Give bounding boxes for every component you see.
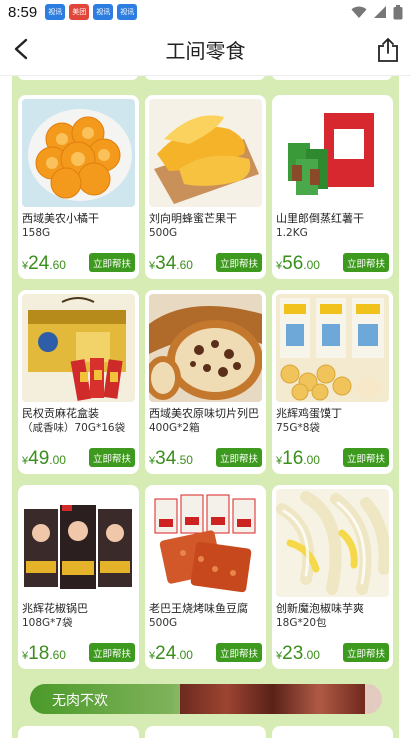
product-name: 西域美农小橘干 (22, 212, 99, 225)
next-card-partial (272, 726, 393, 738)
back-button[interactable] (6, 34, 36, 64)
product-price: ¥16.00 (276, 448, 320, 469)
product-name: 老巴王烧烤味鱼豆腐 (149, 602, 248, 615)
help-buy-button[interactable]: 立即帮扶 (89, 448, 135, 467)
notification-icon: 视讯 (45, 4, 66, 20)
product-card[interactable]: 西域美农原味切片列巴 400G*2箱 ¥34.50 立即帮扶 (145, 290, 266, 474)
product-card[interactable]: 民权贡麻花盒装 （咸香味）70G*16袋 ¥49.00 立即帮扶 (18, 290, 139, 474)
product-name: 创新魔泡椒味芋爽 (276, 602, 364, 615)
product-name: 刘向明蜂蜜芒果干 (149, 212, 237, 225)
product-image (22, 294, 135, 402)
header: 工间零食 (0, 24, 411, 76)
product-price: ¥23.00 (276, 643, 320, 664)
system-icons (351, 4, 403, 20)
share-button[interactable] (373, 34, 403, 66)
notification-icon: 视讯 (117, 4, 138, 20)
product-image (149, 294, 262, 402)
product-spec: 1.2KG (276, 227, 308, 239)
wifi-icon (351, 6, 367, 18)
product-card[interactable]: 西域美农小橘干 158G ¥24.60 立即帮扶 (18, 95, 139, 279)
product-spec: 158G (22, 227, 51, 239)
battery-icon (393, 4, 403, 19)
product-price: ¥34.50 (149, 448, 193, 469)
product-spec: 400G*2箱 (149, 422, 200, 434)
page-title: 工间零食 (165, 39, 246, 63)
product-name: 兆辉鸡蛋馍丁 (276, 407, 342, 420)
product-price: ¥24.00 (149, 643, 193, 664)
signal-icon (374, 6, 386, 18)
help-buy-button[interactable]: 立即帮扶 (343, 448, 389, 467)
help-buy-button[interactable]: 立即帮扶 (216, 253, 262, 272)
meat-banner-image (180, 684, 365, 714)
help-buy-button[interactable]: 立即帮扶 (89, 643, 135, 662)
product-price: ¥49.00 (22, 448, 66, 469)
product-price: ¥34.60 (149, 253, 193, 274)
share-icon (378, 38, 398, 62)
previous-card-partial (272, 76, 392, 80)
product-card[interactable]: 刘向明蜂蜜芒果干 500G ¥34.60 立即帮扶 (145, 95, 266, 279)
product-image (276, 99, 389, 207)
product-spec: 108G*7袋 (22, 617, 73, 629)
product-price: ¥24.60 (22, 253, 66, 274)
section-banner[interactable]: 无肉不欢 (30, 684, 382, 714)
product-card[interactable]: 兆辉花椒锅巴 108G*7袋 ¥18.60 立即帮扶 (18, 485, 139, 669)
next-card-partial (145, 726, 266, 738)
help-buy-button[interactable]: 立即帮扶 (216, 448, 262, 467)
notification-icon: 美团 (69, 4, 90, 20)
product-image (276, 489, 389, 597)
section-title: 无肉不欢 (52, 693, 108, 709)
product-image (276, 294, 389, 402)
product-name: 山里郎倒蒸红薯干 (276, 212, 364, 225)
product-card[interactable]: 兆辉鸡蛋馍丁 75G*8袋 ¥16.00 立即帮扶 (272, 290, 393, 474)
product-image (22, 99, 135, 207)
status-bar: 8:59 视讯 美团 视讯 视讯 (0, 0, 411, 24)
previous-card-partial (145, 76, 265, 80)
product-name: 兆辉花椒锅巴 (22, 602, 88, 615)
product-name: 西域美农原味切片列巴 (149, 407, 259, 420)
product-spec: 75G*8袋 (276, 422, 320, 434)
help-buy-button[interactable]: 立即帮扶 (343, 643, 389, 662)
product-spec: 18G*20包 (276, 617, 327, 629)
product-card[interactable]: 创新魔泡椒味芋爽 18G*20包 ¥23.00 立即帮扶 (272, 485, 393, 669)
product-card[interactable]: 老巴王烧烤味鱼豆腐 500G ¥24.00 立即帮扶 (145, 485, 266, 669)
product-image (22, 489, 135, 597)
product-name: 民权贡麻花盒装 (22, 407, 99, 420)
help-buy-button[interactable]: 立即帮扶 (89, 253, 135, 272)
product-list-area[interactable]: 西域美农小橘干 158G ¥24.60 立即帮扶 刘向明蜂蜜芒果干 500G ¥… (0, 76, 411, 738)
help-buy-button[interactable]: 立即帮扶 (216, 643, 262, 662)
help-buy-button[interactable]: 立即帮扶 (343, 253, 389, 272)
notification-icon: 视讯 (93, 4, 114, 20)
product-spec: 500G (149, 617, 178, 629)
status-time: 8:59 (8, 3, 38, 21)
product-price: ¥18.60 (22, 643, 66, 664)
chevron-left-icon (14, 38, 28, 60)
product-image (149, 99, 262, 207)
product-card[interactable]: 山里郎倒蒸红薯干 1.2KG ¥56.00 立即帮扶 (272, 95, 393, 279)
product-spec: 500G (149, 227, 178, 239)
product-spec: （咸香味）70G*16袋 (22, 422, 126, 434)
next-card-partial (18, 726, 139, 738)
previous-card-partial (18, 76, 138, 80)
product-price: ¥56.00 (276, 253, 320, 274)
product-panel: 西域美农小橘干 158G ¥24.60 立即帮扶 刘向明蜂蜜芒果干 500G ¥… (12, 76, 399, 738)
product-image (149, 489, 262, 597)
